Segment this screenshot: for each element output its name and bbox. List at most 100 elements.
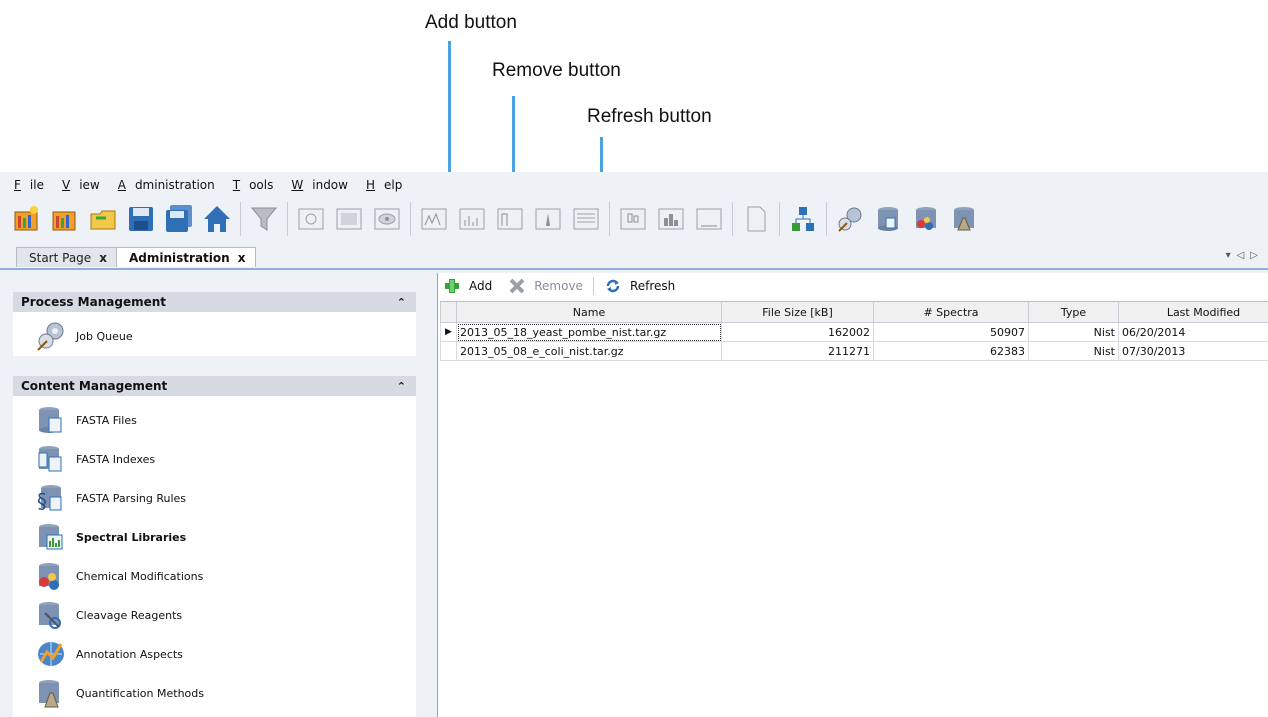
sidebar-item-spectral-libraries[interactable]: Spectral Libraries [34, 523, 186, 551]
menu-tools[interactable]: Tools [233, 178, 283, 196]
sidebar-item-chemical-modifications[interactable]: Chemical Modifications [34, 562, 203, 590]
sidebar-item-job-queue[interactable]: Job Queue [34, 319, 133, 353]
chemical-modifications-icon [34, 559, 68, 593]
toolbar-separator [240, 202, 241, 236]
sidebar-item-cleavage-reagents[interactable]: Cleavage Reagents [34, 601, 182, 629]
menu-window[interactable]: Window [291, 178, 357, 196]
cell-spectra: 50907 [873, 322, 1029, 342]
job-queue-gears-icon[interactable] [833, 202, 867, 236]
home-icon[interactable] [200, 202, 234, 236]
content-management-body: FASTA Files FASTA Indexes § FASTA Parsin… [13, 396, 416, 717]
column-header-selector [440, 301, 457, 323]
fasta-indexes-icon [34, 442, 68, 476]
sidebar-item-fasta-parsing-rules[interactable]: § FASTA Parsing Rules [34, 481, 186, 515]
save-icon[interactable] [124, 202, 158, 236]
column-header-type[interactable]: Type [1028, 301, 1119, 323]
toolbar-separator [732, 202, 733, 236]
add-plus-icon [443, 277, 461, 295]
boxplot-icon[interactable] [616, 202, 650, 236]
sidebar-item-quantification-methods[interactable]: Quantification Methods [34, 676, 204, 710]
sidebar-item-annotation-aspects[interactable]: Annotation Aspects [34, 640, 183, 668]
collapse-icon[interactable]: ⌃ [397, 296, 406, 309]
document-tabstrip: Start Page x Administration x ▾◁▷ [0, 244, 1268, 270]
workflow-tree-icon[interactable] [786, 202, 820, 236]
menu-view[interactable]: View [62, 178, 109, 196]
close-icon[interactable]: x [99, 251, 107, 265]
save-all-icon[interactable] [162, 202, 196, 236]
table-row[interactable]: 2013_05_08_e_coli_nist.tar.gz 211271 623… [440, 341, 1268, 361]
toolbar-separator [592, 277, 594, 295]
filter-icon[interactable] [247, 202, 281, 236]
callout-refresh-label: Refresh button [587, 106, 712, 127]
cell-file-size: 211271 [721, 341, 874, 361]
remove-button[interactable]: Remove [508, 277, 583, 295]
process-management-header[interactable]: Process Management ⌃ [13, 292, 416, 312]
column-header-file-size[interactable]: File Size [kB] [721, 301, 874, 323]
fasta-database-icon[interactable] [871, 202, 905, 236]
toolbar-separator [287, 202, 288, 236]
content-management-header[interactable]: Content Management ⌃ [13, 376, 416, 396]
cell-file-size: 162002 [721, 322, 874, 342]
close-icon[interactable]: x [238, 251, 246, 265]
column-header-name[interactable]: Name [456, 301, 722, 323]
toolbar-separator [410, 202, 411, 236]
job-queue-gears-icon [34, 319, 68, 353]
chart-empty-icon[interactable] [692, 202, 726, 236]
chart-spectrum-icon[interactable] [417, 202, 451, 236]
chemical-modifications-icon[interactable] [909, 202, 943, 236]
callout-add-label: Add button [425, 12, 517, 33]
report-icon[interactable] [739, 202, 773, 236]
chart-step-icon[interactable] [493, 202, 527, 236]
sidebar-item-fasta-files[interactable]: FASTA Files [34, 406, 137, 434]
main-toolbar [10, 196, 1268, 242]
cell-type: Nist [1028, 322, 1119, 342]
quantification-icon[interactable] [947, 202, 981, 236]
quantification-methods-icon [34, 676, 68, 710]
table-view-icon[interactable] [569, 202, 603, 236]
toolbar-separator [609, 202, 610, 236]
menu-bar: File View Administration Tools Window He… [14, 178, 420, 196]
cell-spectra: 62383 [873, 341, 1029, 361]
new-study-icon[interactable] [10, 202, 44, 236]
spectral-libraries-table: Name File Size [kB] # Spectra Type Last … [440, 301, 1268, 361]
toolbar-separator [826, 202, 827, 236]
tab-start-page[interactable]: Start Page x [16, 247, 120, 267]
chart-bars-icon[interactable] [455, 202, 489, 236]
parsing-rules-icon: § [34, 481, 68, 515]
open-study-icon[interactable] [48, 202, 82, 236]
refresh-button[interactable]: Refresh [604, 277, 675, 295]
app-window: File View Administration Tools Window He… [0, 172, 1268, 717]
menu-file[interactable]: File [14, 178, 53, 196]
library-action-toolbar: Add Remove Refresh [437, 275, 685, 297]
menu-help[interactable]: Help [366, 178, 411, 196]
view-layout-icon[interactable] [332, 202, 366, 236]
callout-remove-label: Remove button [492, 60, 621, 81]
column-header-last-modified[interactable]: Last Modified [1118, 301, 1268, 323]
fasta-files-icon [34, 403, 68, 437]
menu-administration[interactable]: Administration [118, 178, 224, 196]
spectral-libraries-icon [34, 520, 68, 554]
cell-name[interactable]: 2013_05_18_yeast_pombe_nist.tar.gz [456, 322, 722, 342]
sidebar-item-fasta-indexes[interactable]: FASTA Indexes [34, 445, 155, 473]
row-selector[interactable] [440, 341, 457, 361]
tab-navigation-icons[interactable]: ▾◁▷ [1226, 250, 1264, 261]
row-selector-arrow-icon[interactable]: ▶ [440, 322, 457, 342]
annotation-aspects-icon [34, 637, 68, 671]
collapse-icon[interactable]: ⌃ [397, 380, 406, 393]
view-eye-icon[interactable] [370, 202, 404, 236]
process-management-body: Job Queue [13, 312, 416, 356]
remove-x-icon [508, 277, 526, 295]
chart-peak-icon[interactable] [531, 202, 565, 236]
tab-administration[interactable]: Administration x [116, 247, 256, 267]
open-folder-icon[interactable] [86, 202, 120, 236]
view-compare-icon[interactable] [294, 202, 328, 236]
cell-last-modified: 07/30/2013 [1118, 341, 1268, 361]
table-header-row: Name File Size [kB] # Spectra Type Last … [440, 301, 1268, 323]
cell-last-modified: 06/20/2014 [1118, 322, 1268, 342]
add-button[interactable]: Add [443, 277, 492, 295]
column-header-spectra[interactable]: # Spectra [873, 301, 1029, 323]
table-row[interactable]: ▶ 2013_05_18_yeast_pombe_nist.tar.gz 162… [440, 322, 1268, 342]
refresh-icon [604, 277, 622, 295]
cell-name[interactable]: 2013_05_08_e_coli_nist.tar.gz [456, 341, 722, 361]
histogram-icon[interactable] [654, 202, 688, 236]
